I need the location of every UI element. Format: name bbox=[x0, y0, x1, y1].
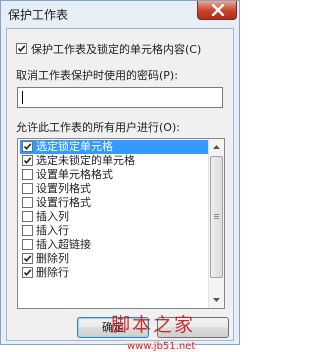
close-button[interactable] bbox=[197, 1, 237, 20]
permission-checkbox[interactable] bbox=[22, 239, 33, 250]
permission-label: 插入行 bbox=[36, 224, 69, 237]
protect-label: 保护工作表及锁定的单元格内容(C) bbox=[31, 43, 202, 56]
list-scrollbar[interactable] bbox=[208, 139, 224, 308]
list-item[interactable]: 选定未锁定的单元格 bbox=[20, 154, 208, 168]
title-bar[interactable]: 保护工作表 bbox=[1, 1, 239, 27]
permission-checkbox[interactable] bbox=[22, 169, 33, 180]
scroll-up-button[interactable] bbox=[209, 139, 224, 155]
permission-checkbox[interactable] bbox=[22, 267, 33, 278]
list-item[interactable]: 设置列格式 bbox=[20, 182, 208, 196]
watermark-logo: 脚本之家 bbox=[111, 314, 196, 336]
list-item[interactable]: 插入行 bbox=[20, 224, 208, 238]
permission-checkbox[interactable] bbox=[22, 225, 33, 236]
scroll-thumb[interactable] bbox=[210, 156, 223, 278]
text-caret bbox=[22, 91, 23, 104]
permission-label: 选定未锁定的单元格 bbox=[36, 154, 135, 167]
permission-checkbox[interactable] bbox=[22, 155, 33, 166]
permissions-list[interactable]: 选定锁定单元格 选定未锁定的单元格 设置单元格格式 设置列格式 设置行格式 插入… bbox=[17, 138, 225, 309]
password-input[interactable] bbox=[17, 87, 223, 108]
list-item[interactable]: 插入列 bbox=[20, 210, 208, 224]
scroll-down-button[interactable] bbox=[209, 292, 224, 308]
list-item[interactable]: 选定锁定单元格 bbox=[20, 140, 208, 154]
permission-label: 删除列 bbox=[36, 252, 69, 265]
permission-label: 设置列格式 bbox=[36, 182, 91, 195]
protect-sheet-dialog: 保护工作表 保护工作表及锁定的单元格内容(C) 取消工作表保护时使用的密码(P)… bbox=[0, 0, 240, 352]
permission-label: 插入超链接 bbox=[36, 238, 91, 251]
list-item[interactable]: 设置单元格格式 bbox=[20, 168, 208, 182]
watermark-url: www.jb51.net bbox=[127, 341, 196, 352]
dialog-body: 保护工作表及锁定的单元格内容(C) 取消工作表保护时使用的密码(P): 允许此工… bbox=[6, 28, 234, 352]
permission-checkbox[interactable] bbox=[22, 197, 33, 208]
permission-checkbox[interactable] bbox=[22, 211, 33, 222]
list-item[interactable]: 删除行 bbox=[20, 266, 208, 280]
protect-checkbox[interactable] bbox=[16, 43, 27, 54]
arrow-down-icon bbox=[209, 298, 224, 308]
dialog-title: 保护工作表 bbox=[8, 8, 69, 22]
permission-label: 选定锁定单元格 bbox=[36, 140, 113, 153]
permission-label: 设置单元格格式 bbox=[36, 168, 113, 181]
password-label: 取消工作表保护时使用的密码(P): bbox=[16, 69, 178, 82]
permission-checkbox[interactable] bbox=[22, 253, 33, 264]
permissions-label: 允许此工作表的所有用户进行(O): bbox=[16, 121, 180, 134]
list-item[interactable]: 插入超链接 bbox=[20, 238, 208, 252]
permission-checkbox[interactable] bbox=[22, 141, 33, 152]
permission-label: 设置行格式 bbox=[36, 196, 91, 209]
permission-label: 插入列 bbox=[36, 210, 69, 223]
permission-checkbox[interactable] bbox=[22, 183, 33, 194]
permission-label: 删除行 bbox=[36, 266, 69, 279]
list-item[interactable]: 设置行格式 bbox=[20, 196, 208, 210]
list-item[interactable]: 删除列 bbox=[20, 252, 208, 266]
